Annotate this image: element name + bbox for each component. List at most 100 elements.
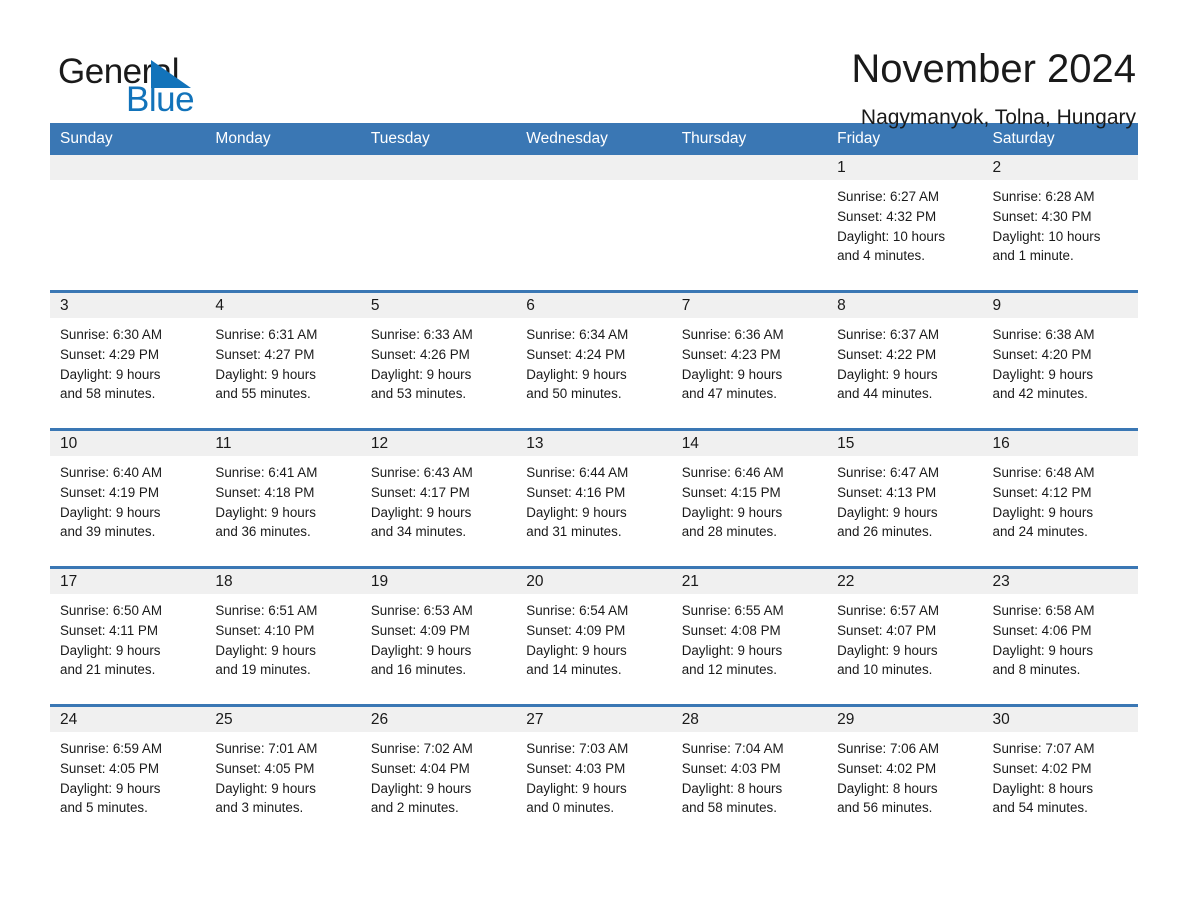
daylight-text-line2: and 50 minutes. bbox=[526, 386, 622, 402]
calendar-day-cell[interactable]: 15 Sunrise: 6:47 AM Sunset: 4:13 PM Dayligh… bbox=[827, 428, 983, 568]
calendar-day-cell[interactable]: 22 Sunrise: 6:57 AM Sunset: 4:07 PM Dayligh… bbox=[827, 566, 983, 706]
calendar-week-row: 17 Sunrise: 6:50 AM Sunset: 4:11 PM Dayligh… bbox=[50, 566, 1138, 706]
calendar-day-cell[interactable]: 23 Sunrise: 6:58 AM Sunset: 4:06 PM Dayligh… bbox=[982, 566, 1138, 706]
calendar-day-cell[interactable]: 13 Sunrise: 6:44 AM Sunset: 4:16 PM Dayligh… bbox=[516, 428, 672, 568]
sunset-text: Sunset: 4:30 PM bbox=[992, 208, 1092, 224]
calendar-day-cell[interactable]: 14 Sunrise: 6:46 AM Sunset: 4:15 PM Dayligh… bbox=[671, 428, 828, 568]
calendar-day-cell[interactable]: 11 Sunrise: 6:41 AM Sunset: 4:18 PM Dayligh… bbox=[205, 428, 361, 568]
daylight-text-line1: Daylight: 9 hours bbox=[837, 366, 938, 382]
day-number: 23 bbox=[982, 569, 1138, 594]
calendar-day-cell[interactable]: 29 Sunrise: 7:06 AM Sunset: 4:02 PM Dayligh… bbox=[827, 704, 983, 842]
daylight-text-line1: Daylight: 9 hours bbox=[526, 504, 627, 520]
sunset-text: Sunset: 4:29 PM bbox=[60, 346, 159, 362]
day-sun-info: Sunrise: 6:57 AM Sunset: 4:07 PM Daylight:… bbox=[827, 594, 982, 680]
day-number: 18 bbox=[205, 569, 361, 594]
day-cell-empty bbox=[516, 155, 672, 290]
day-sun-info: Sunrise: 6:33 AM Sunset: 4:26 PM Daylight:… bbox=[361, 318, 516, 404]
calendar-day-cell[interactable]: 8 Sunrise: 6:37 AM Sunset: 4:22 PM Daylight… bbox=[827, 290, 983, 430]
calendar-day-cell[interactable]: 4 Sunrise: 6:31 AM Sunset: 4:27 PM Daylight… bbox=[205, 290, 361, 430]
daylight-text-line2: and 56 minutes. bbox=[837, 800, 933, 816]
daylight-text-line1: Daylight: 9 hours bbox=[681, 504, 783, 520]
day-cell: 4 Sunrise: 6:31 AM Sunset: 4:27 PM Daylight… bbox=[205, 293, 361, 428]
calendar-day-cell[interactable]: 30 Sunrise: 7:07 AM Sunset: 4:02 PM Dayligh… bbox=[982, 704, 1138, 842]
title-block: November 2024 Nagymanyok, Tolna, Hungary bbox=[851, 48, 1138, 130]
calendar-day-cell[interactable]: 19 Sunrise: 6:53 AM Sunset: 4:09 PM Dayligh… bbox=[360, 566, 517, 706]
day-cell: 8 Sunrise: 6:37 AM Sunset: 4:22 PM Daylight… bbox=[827, 293, 983, 428]
daylight-text-line2: and 12 minutes. bbox=[681, 662, 777, 678]
calendar-day-cell[interactable]: 16 Sunrise: 6:48 AM Sunset: 4:12 PM Dayligh… bbox=[982, 428, 1138, 568]
calendar-day-cell[interactable]: 10 Sunrise: 6:40 AM Sunset: 4:19 PM Dayligh… bbox=[50, 428, 206, 568]
day-cell: 7 Sunrise: 6:36 AM Sunset: 4:23 PM Daylight… bbox=[671, 293, 828, 428]
sunset-text: Sunset: 4:15 PM bbox=[681, 484, 781, 500]
daylight-text-line1: Daylight: 9 hours bbox=[526, 780, 627, 796]
day-cell-empty bbox=[50, 155, 206, 290]
calendar-day-cell[interactable]: 26 Sunrise: 7:02 AM Sunset: 4:04 PM Dayligh… bbox=[360, 704, 517, 842]
calendar-day-cell[interactable]: 27 Sunrise: 7:03 AM Sunset: 4:03 PM Dayligh… bbox=[516, 704, 672, 842]
sunrise-text: Sunrise: 6:59 AM bbox=[60, 741, 162, 756]
sunrise-text: Sunrise: 6:51 AM bbox=[215, 603, 318, 618]
daylight-text-line1: Daylight: 8 hours bbox=[992, 780, 1094, 796]
sunset-text: Sunset: 4:09 PM bbox=[526, 622, 626, 638]
calendar-day-cell[interactable]: 7 Sunrise: 6:36 AM Sunset: 4:23 PM Daylight… bbox=[671, 290, 828, 430]
day-cell-empty bbox=[360, 155, 517, 290]
day-number: 20 bbox=[516, 569, 672, 594]
daylight-text-line1: Daylight: 9 hours bbox=[215, 780, 316, 796]
calendar-day-cell[interactable]: 18 Sunrise: 6:51 AM Sunset: 4:10 PM Dayligh… bbox=[205, 566, 361, 706]
generalblue-logo[interactable]: General Blue bbox=[50, 48, 290, 120]
daylight-text-line1: Daylight: 9 hours bbox=[60, 366, 161, 382]
sunrise-text: Sunrise: 6:36 AM bbox=[681, 327, 784, 342]
calendar-day-cell[interactable]: 3 Sunrise: 6:30 AM Sunset: 4:29 PM Daylight… bbox=[50, 290, 206, 430]
sunset-text: Sunset: 4:03 PM bbox=[681, 760, 781, 776]
daylight-text-line1: Daylight: 9 hours bbox=[992, 504, 1094, 520]
daylight-text-line2: and 47 minutes. bbox=[681, 386, 777, 402]
day-number: 10 bbox=[50, 431, 206, 456]
sunset-text: Sunset: 4:18 PM bbox=[215, 484, 315, 500]
daylight-text-line1: Daylight: 9 hours bbox=[215, 642, 316, 658]
day-sun-info: Sunrise: 6:58 AM Sunset: 4:06 PM Daylight:… bbox=[983, 594, 1138, 680]
day-sun-info: Sunrise: 6:55 AM Sunset: 4:08 PM Daylight:… bbox=[672, 594, 827, 680]
sunrise-text: Sunrise: 6:50 AM bbox=[60, 603, 162, 618]
day-number: 12 bbox=[360, 431, 517, 456]
sunrise-text: Sunrise: 6:34 AM bbox=[526, 327, 629, 342]
calendar-day-cell bbox=[205, 155, 361, 292]
day-sun-info: Sunrise: 6:37 AM Sunset: 4:22 PM Daylight:… bbox=[827, 318, 982, 404]
day-cell: 21 Sunrise: 6:55 AM Sunset: 4:08 PM Dayligh… bbox=[671, 569, 828, 704]
daylight-text-line2: and 26 minutes. bbox=[837, 524, 933, 540]
calendar-day-cell[interactable]: 17 Sunrise: 6:50 AM Sunset: 4:11 PM Dayligh… bbox=[50, 566, 206, 706]
daylight-text-line2: and 36 minutes. bbox=[215, 524, 311, 540]
calendar-day-cell[interactable]: 6 Sunrise: 6:34 AM Sunset: 4:24 PM Daylight… bbox=[516, 290, 672, 430]
calendar-day-cell[interactable]: 20 Sunrise: 6:54 AM Sunset: 4:09 PM Dayligh… bbox=[516, 566, 672, 706]
daylight-text-line2: and 10 minutes. bbox=[837, 662, 933, 678]
sunrise-text: Sunrise: 6:38 AM bbox=[992, 327, 1095, 342]
day-cell: 11 Sunrise: 6:41 AM Sunset: 4:18 PM Dayligh… bbox=[205, 431, 361, 566]
day-cell: 3 Sunrise: 6:30 AM Sunset: 4:29 PM Daylight… bbox=[50, 293, 206, 428]
day-cell: 16 Sunrise: 6:48 AM Sunset: 4:12 PM Dayligh… bbox=[982, 431, 1138, 566]
day-cell: 25 Sunrise: 7:01 AM Sunset: 4:05 PM Dayligh… bbox=[205, 707, 361, 842]
daylight-text-line1: Daylight: 9 hours bbox=[370, 642, 472, 658]
calendar-day-cell[interactable]: 28 Sunrise: 7:04 AM Sunset: 4:03 PM Dayligh… bbox=[671, 704, 828, 842]
calendar-day-cell[interactable]: 24 Sunrise: 6:59 AM Sunset: 4:05 PM Dayligh… bbox=[50, 704, 206, 842]
daylight-text-line1: Daylight: 9 hours bbox=[526, 642, 627, 658]
sunrise-text: Sunrise: 7:01 AM bbox=[215, 741, 318, 756]
sunset-text: Sunset: 4:13 PM bbox=[837, 484, 937, 500]
calendar-day-cell[interactable]: 25 Sunrise: 7:01 AM Sunset: 4:05 PM Dayligh… bbox=[205, 704, 361, 842]
daylight-text-line1: Daylight: 9 hours bbox=[681, 366, 783, 382]
calendar-day-cell[interactable]: 1 Sunrise: 6:27 AM Sunset: 4:32 PM Daylight… bbox=[827, 155, 983, 292]
day-cell: 15 Sunrise: 6:47 AM Sunset: 4:13 PM Dayligh… bbox=[827, 431, 983, 566]
daylight-text-line1: Daylight: 10 hours bbox=[837, 228, 946, 244]
calendar-day-cell[interactable]: 21 Sunrise: 6:55 AM Sunset: 4:08 PM Dayligh… bbox=[671, 566, 828, 706]
day-sun-info: Sunrise: 7:07 AM Sunset: 4:02 PM Daylight:… bbox=[983, 732, 1138, 818]
calendar-week-row: 24 Sunrise: 6:59 AM Sunset: 4:05 PM Dayligh… bbox=[50, 704, 1138, 842]
sunset-text: Sunset: 4:09 PM bbox=[370, 622, 470, 638]
day-cell: 20 Sunrise: 6:54 AM Sunset: 4:09 PM Dayligh… bbox=[516, 569, 672, 704]
day-number: 4 bbox=[205, 293, 361, 318]
calendar-day-cell[interactable]: 2 Sunrise: 6:28 AM Sunset: 4:30 PM Daylight… bbox=[982, 155, 1138, 292]
calendar-day-cell[interactable]: 5 Sunrise: 6:33 AM Sunset: 4:26 PM Daylight… bbox=[360, 290, 517, 430]
calendar-day-cell[interactable]: 9 Sunrise: 6:38 AM Sunset: 4:20 PM Daylight… bbox=[982, 290, 1138, 430]
day-number: 19 bbox=[360, 569, 517, 594]
page-header: General Blue November 2024 Nagymanyok, T… bbox=[50, 0, 1138, 129]
day-number: 9 bbox=[982, 293, 1138, 318]
calendar-page: General Blue November 2024 Nagymanyok, T… bbox=[0, 0, 1188, 918]
sunrise-text: Sunrise: 6:54 AM bbox=[526, 603, 629, 618]
calendar-day-cell[interactable]: 12 Sunrise: 6:43 AM Sunset: 4:17 PM Dayligh… bbox=[360, 428, 517, 568]
